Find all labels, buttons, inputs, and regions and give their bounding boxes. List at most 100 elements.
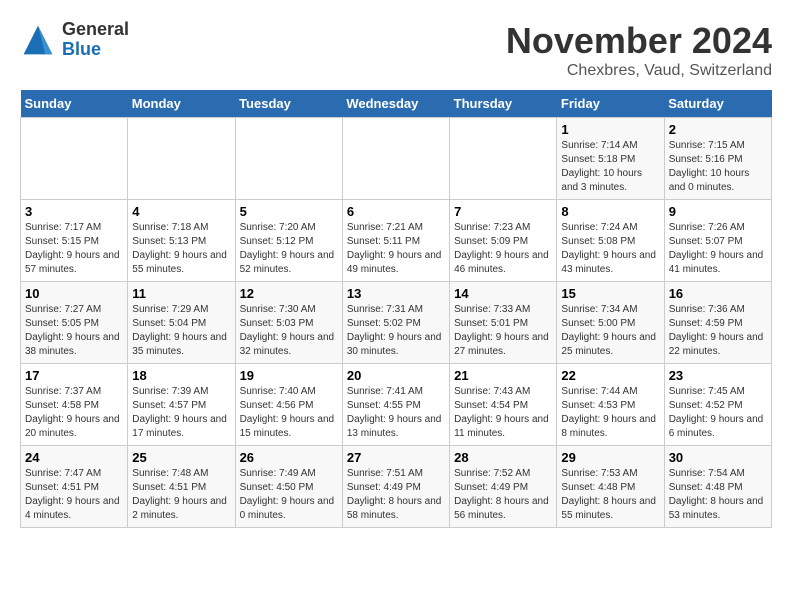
header: General Blue November 2024 Chexbres, Vau…: [20, 20, 772, 80]
day-number: 10: [25, 286, 123, 301]
calendar-week-0: 1 Sunrise: 7:14 AM Sunset: 5:18 PM Daylig…: [21, 118, 772, 200]
day-number: 18: [132, 368, 230, 383]
calendar-table: Sunday Monday Tuesday Wednesday Thursday…: [20, 90, 772, 528]
calendar-cell: 11 Sunrise: 7:29 AM Sunset: 5:04 PM Dayli…: [128, 282, 235, 364]
logo-blue-text: Blue: [62, 40, 129, 60]
day-info: Sunrise: 7:36 AM Sunset: 4:59 PM Dayligh…: [669, 303, 767, 359]
calendar-week-3: 17 Sunrise: 7:37 AM Sunset: 4:58 PM Dayli…: [21, 364, 772, 446]
day-info: Sunrise: 7:52 AM Sunset: 4:49 PM Dayligh…: [454, 467, 552, 523]
calendar-cell: 10 Sunrise: 7:27 AM Sunset: 5:05 PM Dayli…: [21, 282, 128, 364]
calendar-cell: 18 Sunrise: 7:39 AM Sunset: 4:57 PM Dayli…: [128, 364, 235, 446]
calendar-cell: 23 Sunrise: 7:45 AM Sunset: 4:52 PM Dayli…: [664, 364, 771, 446]
day-number: 1: [561, 122, 659, 137]
day-info: Sunrise: 7:27 AM Sunset: 5:05 PM Dayligh…: [25, 303, 123, 359]
month-title: November 2024: [506, 20, 772, 62]
title-area: November 2024 Chexbres, Vaud, Switzerlan…: [506, 20, 772, 80]
calendar-week-2: 10 Sunrise: 7:27 AM Sunset: 5:05 PM Dayli…: [21, 282, 772, 364]
day-info: Sunrise: 7:18 AM Sunset: 5:13 PM Dayligh…: [132, 221, 230, 277]
calendar-cell: 15 Sunrise: 7:34 AM Sunset: 5:00 PM Dayli…: [557, 282, 664, 364]
day-info: Sunrise: 7:40 AM Sunset: 4:56 PM Dayligh…: [240, 385, 338, 441]
day-info: Sunrise: 7:43 AM Sunset: 4:54 PM Dayligh…: [454, 385, 552, 441]
header-wednesday: Wednesday: [342, 90, 449, 118]
logo: General Blue: [20, 20, 129, 60]
header-friday: Friday: [557, 90, 664, 118]
day-info: Sunrise: 7:17 AM Sunset: 5:15 PM Dayligh…: [25, 221, 123, 277]
calendar-cell: 25Sunrise: 7:48 AM Sunset: 4:51 PM Dayli…: [128, 446, 235, 528]
day-number: 9: [669, 204, 767, 219]
calendar-cell: [21, 118, 128, 200]
calendar-cell: 29 Sunrise: 7:53 AM Sunset: 4:48 PM Dayli…: [557, 446, 664, 528]
day-number: 12: [240, 286, 338, 301]
weekday-header-row: Sunday Monday Tuesday Wednesday Thursday…: [21, 90, 772, 118]
calendar-cell: 17 Sunrise: 7:37 AM Sunset: 4:58 PM Dayli…: [21, 364, 128, 446]
day-number: 30: [669, 450, 767, 465]
day-number: 11: [132, 286, 230, 301]
calendar-cell: 7 Sunrise: 7:23 AM Sunset: 5:09 PM Daylig…: [450, 200, 557, 282]
day-info: Sunrise: 7:44 AM Sunset: 4:53 PM Dayligh…: [561, 385, 659, 441]
day-number: 24: [25, 450, 123, 465]
day-number: 28: [454, 450, 552, 465]
location: Chexbres, Vaud, Switzerland: [506, 62, 772, 80]
day-number: 22: [561, 368, 659, 383]
calendar-cell: 27Sunrise: 7:51 AM Sunset: 4:49 PM Dayli…: [342, 446, 449, 528]
day-info: Sunrise: 7:15 AM Sunset: 5:16 PM Dayligh…: [669, 139, 767, 195]
day-number: 7: [454, 204, 552, 219]
calendar-cell: 19 Sunrise: 7:40 AM Sunset: 4:56 PM Dayli…: [235, 364, 342, 446]
day-info: Sunrise: 7:45 AM Sunset: 4:52 PM Dayligh…: [669, 385, 767, 441]
day-info: Sunrise: 7:47 AM Sunset: 4:51 PM Dayligh…: [25, 467, 123, 523]
day-number: 15: [561, 286, 659, 301]
calendar-cell: 3 Sunrise: 7:17 AM Sunset: 5:15 PM Daylig…: [21, 200, 128, 282]
day-info: Sunrise: 7:39 AM Sunset: 4:57 PM Dayligh…: [132, 385, 230, 441]
day-info: Sunrise: 7:34 AM Sunset: 5:00 PM Dayligh…: [561, 303, 659, 359]
day-info: Sunrise: 7:26 AM Sunset: 5:07 PM Dayligh…: [669, 221, 767, 277]
calendar-cell: 26Sunrise: 7:49 AM Sunset: 4:50 PM Dayli…: [235, 446, 342, 528]
calendar-cell: 24 Sunrise: 7:47 AM Sunset: 4:51 PM Dayli…: [21, 446, 128, 528]
day-number: 4: [132, 204, 230, 219]
calendar-week-4: 24 Sunrise: 7:47 AM Sunset: 4:51 PM Dayli…: [21, 446, 772, 528]
day-info: Sunrise: 7:21 AM Sunset: 5:11 PM Dayligh…: [347, 221, 445, 277]
day-number: 8: [561, 204, 659, 219]
calendar-cell: 6Sunrise: 7:21 AM Sunset: 5:11 PM Daylig…: [342, 200, 449, 282]
day-number: 25: [132, 450, 230, 465]
header-thursday: Thursday: [450, 90, 557, 118]
calendar-cell: 20Sunrise: 7:41 AM Sunset: 4:55 PM Dayli…: [342, 364, 449, 446]
day-number: 27: [347, 450, 445, 465]
day-number: 3: [25, 204, 123, 219]
calendar-cell: 16Sunrise: 7:36 AM Sunset: 4:59 PM Dayli…: [664, 282, 771, 364]
calendar-cell: 9 Sunrise: 7:26 AM Sunset: 5:07 PM Daylig…: [664, 200, 771, 282]
day-info: Sunrise: 7:37 AM Sunset: 4:58 PM Dayligh…: [25, 385, 123, 441]
calendar-cell: [450, 118, 557, 200]
logo-icon: [20, 22, 56, 58]
header-monday: Monday: [128, 90, 235, 118]
header-saturday: Saturday: [664, 90, 771, 118]
day-info: Sunrise: 7:53 AM Sunset: 4:48 PM Dayligh…: [561, 467, 659, 523]
day-info: Sunrise: 7:14 AM Sunset: 5:18 PM Dayligh…: [561, 139, 659, 195]
calendar-cell: 1 Sunrise: 7:14 AM Sunset: 5:18 PM Daylig…: [557, 118, 664, 200]
calendar-cell: 30 Sunrise: 7:54 AM Sunset: 4:48 PM Dayli…: [664, 446, 771, 528]
day-number: 26: [240, 450, 338, 465]
calendar-cell: 4 Sunrise: 7:18 AM Sunset: 5:13 PM Daylig…: [128, 200, 235, 282]
day-number: 13: [347, 286, 445, 301]
calendar-cell: [128, 118, 235, 200]
day-number: 19: [240, 368, 338, 383]
day-info: Sunrise: 7:29 AM Sunset: 5:04 PM Dayligh…: [132, 303, 230, 359]
calendar-cell: 8Sunrise: 7:24 AM Sunset: 5:08 PM Daylig…: [557, 200, 664, 282]
day-number: 23: [669, 368, 767, 383]
calendar-cell: [342, 118, 449, 200]
day-info: Sunrise: 7:31 AM Sunset: 5:02 PM Dayligh…: [347, 303, 445, 359]
day-number: 2: [669, 122, 767, 137]
day-number: 5: [240, 204, 338, 219]
calendar-cell: 28 Sunrise: 7:52 AM Sunset: 4:49 PM Dayli…: [450, 446, 557, 528]
logo-general-text: General: [62, 20, 129, 40]
calendar-cell: 5Sunrise: 7:20 AM Sunset: 5:12 PM Daylig…: [235, 200, 342, 282]
calendar-cell: [235, 118, 342, 200]
day-number: 29: [561, 450, 659, 465]
day-info: Sunrise: 7:23 AM Sunset: 5:09 PM Dayligh…: [454, 221, 552, 277]
day-number: 17: [25, 368, 123, 383]
header-tuesday: Tuesday: [235, 90, 342, 118]
calendar-cell: 21Sunrise: 7:43 AM Sunset: 4:54 PM Dayli…: [450, 364, 557, 446]
calendar-cell: 14Sunrise: 7:33 AM Sunset: 5:01 PM Dayli…: [450, 282, 557, 364]
day-info: Sunrise: 7:30 AM Sunset: 5:03 PM Dayligh…: [240, 303, 338, 359]
day-info: Sunrise: 7:54 AM Sunset: 4:48 PM Dayligh…: [669, 467, 767, 523]
day-number: 14: [454, 286, 552, 301]
